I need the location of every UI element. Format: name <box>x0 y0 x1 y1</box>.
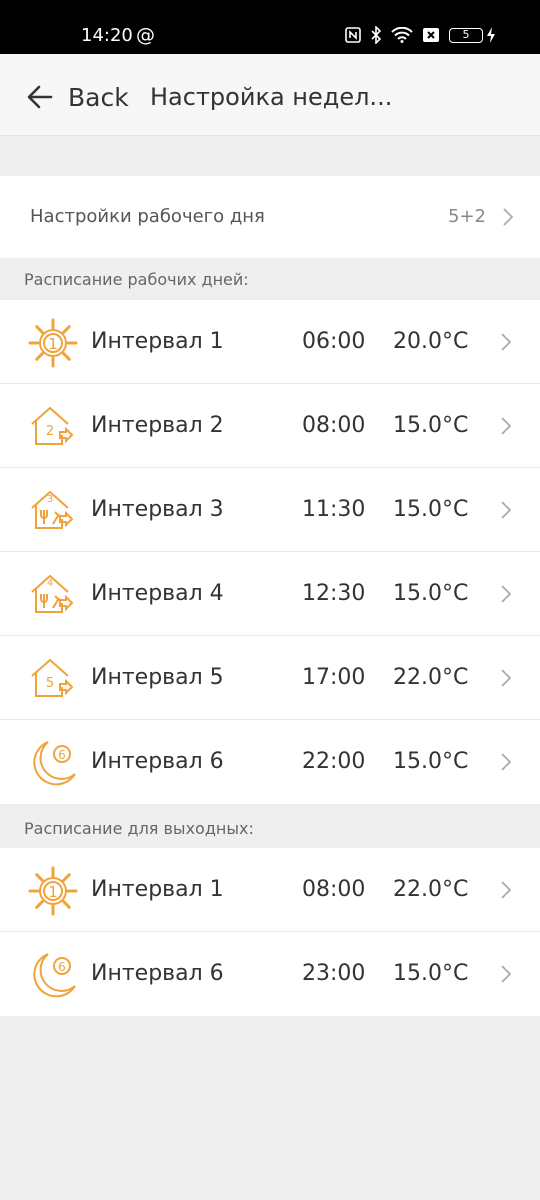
interval-row[interactable]: 4 Интервал 4 12:30 15.0°C <box>0 552 540 636</box>
icon-number: 3 <box>47 494 53 505</box>
icon-number: 1 <box>48 883 58 901</box>
sim-blocked-icon <box>423 28 439 42</box>
chevron-right-icon <box>501 585 512 603</box>
house-lunch-icon: 3 <box>28 486 78 536</box>
interval-time: 08:00 <box>302 413 366 438</box>
icon-number: 4 <box>47 578 53 589</box>
interval-name: Интервал 4 <box>91 581 224 606</box>
interval-name: Интервал 1 <box>91 877 224 902</box>
back-label: Back <box>68 82 129 112</box>
interval-name: Интервал 2 <box>91 413 224 438</box>
interval-temperature: 15.0°C <box>393 961 469 986</box>
page-title: Настройка недел... <box>150 83 393 111</box>
interval-time: 17:00 <box>302 665 366 690</box>
interval-name: Интервал 3 <box>91 497 224 522</box>
interval-row[interactable]: 6 Интервал 6 23:00 15.0°C <box>0 932 540 1016</box>
chevron-right-icon <box>503 208 514 226</box>
interval-temperature: 22.0°C <box>393 665 469 690</box>
chevron-right-icon <box>501 669 512 687</box>
interval-time: 22:00 <box>302 749 366 774</box>
battery-icon: 5 <box>449 27 483 43</box>
interval-row[interactable]: 1 Интервал 1 06:00 20.0°C <box>0 300 540 384</box>
status-icons: 5 <box>345 26 496 44</box>
interval-temperature: 15.0°C <box>393 413 469 438</box>
interval-temperature: 20.0°C <box>393 329 469 354</box>
back-button[interactable]: Back <box>26 80 129 114</box>
house-leave-icon: 2 <box>28 402 78 452</box>
interval-time: 06:00 <box>302 329 366 354</box>
workday-settings-value: 5+2 <box>448 206 486 227</box>
sun-icon: 1 <box>28 318 78 368</box>
chevron-right-icon <box>501 417 512 435</box>
weekend-schedule-list: 1 Интервал 1 08:00 22.0°C 6 Интервал 6 23:00 15… <box>0 848 540 1016</box>
interval-time: 08:00 <box>302 877 366 902</box>
icon-number: 1 <box>48 335 58 353</box>
chevron-right-icon <box>501 333 512 351</box>
interval-time: 23:00 <box>302 961 366 986</box>
status-time: 14:20 <box>81 25 133 46</box>
interval-name: Интервал 5 <box>91 665 224 690</box>
workday-settings-label: Настройки рабочего дня <box>30 206 265 227</box>
icon-number: 6 <box>58 748 66 762</box>
wifi-icon <box>391 27 413 43</box>
interval-temperature: 15.0°C <box>393 581 469 606</box>
workdays-schedule-list: 1 Интервал 1 06:00 20.0°C 2 Интервал 2 08:00 15… <box>0 300 540 804</box>
interval-temperature: 15.0°C <box>393 749 469 774</box>
interval-row[interactable]: 5 Интервал 5 17:00 22.0°C <box>0 636 540 720</box>
icon-number: 2 <box>46 424 54 439</box>
chevron-right-icon <box>501 965 512 983</box>
interval-time: 12:30 <box>302 581 366 606</box>
moon-icon: 6 <box>28 738 78 788</box>
chevron-right-icon <box>501 753 512 771</box>
interval-time: 11:30 <box>302 497 366 522</box>
interval-name: Интервал 6 <box>91 749 224 774</box>
house-lunch-icon: 4 <box>28 570 78 620</box>
charging-icon <box>487 27 495 43</box>
icon-number: 6 <box>58 960 66 974</box>
interval-row[interactable]: 3 Интервал 3 11:30 15.0°C <box>0 468 540 552</box>
interval-temperature: 15.0°C <box>393 497 469 522</box>
workday-settings-row[interactable]: Настройки рабочего дня 5+2 <box>0 176 540 258</box>
interval-row[interactable]: 6 Интервал 6 22:00 15.0°C <box>0 720 540 804</box>
arrow-left-icon <box>27 85 53 109</box>
at-icon: @ <box>136 24 155 46</box>
interval-name: Интервал 1 <box>91 329 224 354</box>
workdays-section-title: Расписание рабочих дней: <box>24 270 249 289</box>
moon-icon: 6 <box>28 950 78 1000</box>
status-bar: 14:20 @ 5 <box>0 0 540 54</box>
icon-number: 5 <box>46 676 54 691</box>
nfc-icon <box>345 27 361 43</box>
weekend-section-title: Расписание для выходных: <box>24 819 254 838</box>
interval-row[interactable]: 1 Интервал 1 08:00 22.0°C <box>0 848 540 932</box>
interval-temperature: 22.0°C <box>393 877 469 902</box>
bluetooth-icon <box>371 26 382 44</box>
interval-row[interactable]: 2 Интервал 2 08:00 15.0°C <box>0 384 540 468</box>
app-bar: Back Настройка недел... <box>0 54 540 136</box>
chevron-right-icon <box>501 881 512 899</box>
sun-icon: 1 <box>28 866 78 916</box>
chevron-right-icon <box>501 501 512 519</box>
house-return-icon: 5 <box>28 654 78 704</box>
interval-name: Интервал 6 <box>91 961 224 986</box>
